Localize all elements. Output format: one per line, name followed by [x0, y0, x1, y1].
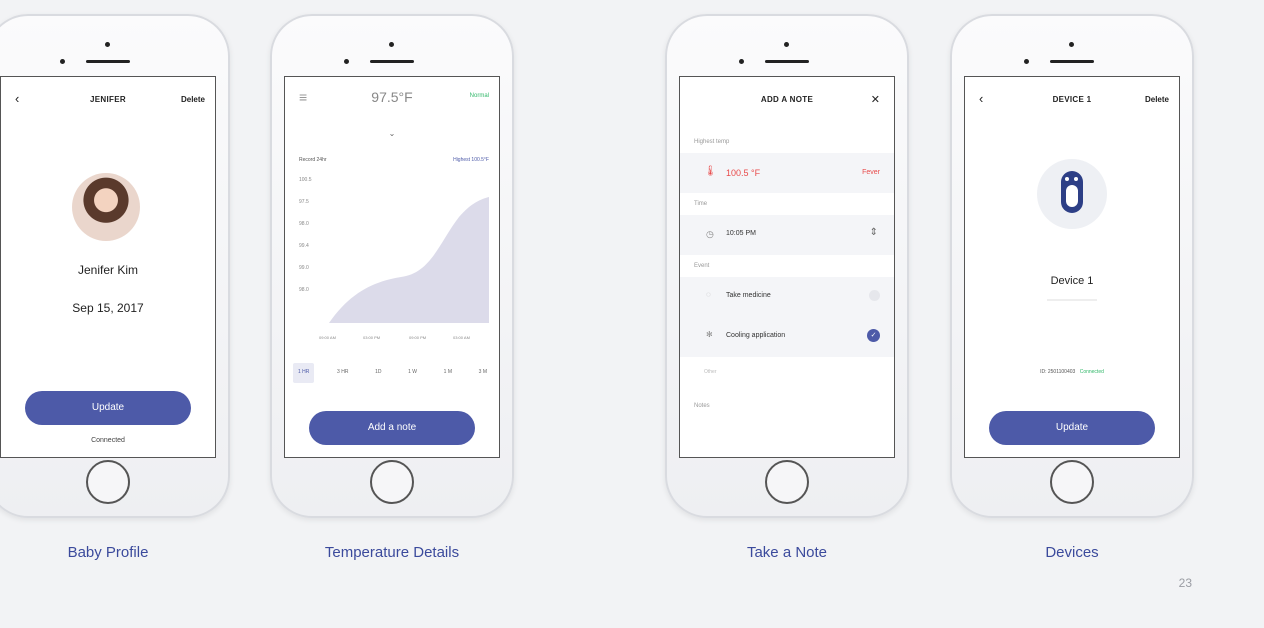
earpiece-dot [784, 42, 789, 47]
y-tick-label: 98.0 [299, 287, 309, 293]
caption-devices: Devices [1045, 544, 1099, 561]
range-tab[interactable]: 1 M [440, 363, 456, 383]
pill-icon: ◌ [706, 290, 711, 299]
time-value: 10:05 PM [726, 230, 756, 237]
status-badge: Normal [469, 93, 489, 99]
checked-circle[interactable]: ✓ [867, 329, 880, 342]
temperature-area-chart [329, 197, 489, 323]
screen-baby-profile: ‹ JENIFER Delete Jenifer Kim Sep 15, 201… [0, 76, 216, 458]
range-tab-selected[interactable]: 1 HR [293, 363, 315, 383]
update-button[interactable]: Update [989, 411, 1155, 445]
time-row[interactable]: ◷ 10:05 PM ⇕ [680, 215, 894, 255]
event-label-cooling: Cooling application [726, 332, 786, 339]
stepper-icon[interactable]: ⇕ [870, 227, 878, 238]
screen-take-a-note: ADD A NOTE ✕ Highest temp 🌡 100.5 °F Fev… [679, 76, 895, 458]
range-tab[interactable]: 3 M [475, 363, 491, 383]
screen-temperature-details: ≡ 97.5°F Normal ⌄ Record 24hr Highest 10… [284, 76, 500, 458]
home-button [1050, 460, 1094, 504]
header: ADD A NOTE ✕ [680, 91, 894, 111]
earpiece-dot [389, 42, 394, 47]
y-tick-label: 100.5 [299, 177, 312, 183]
unchecked-circle[interactable] [869, 290, 880, 301]
chart-legend-right: Highest 100.5°F [453, 157, 489, 163]
device-avatar [1037, 159, 1107, 229]
screen-devices: ‹ DEVICE 1 Delete Device 1 ID: 250110040… [964, 76, 1180, 458]
earpiece-dot [1069, 42, 1074, 47]
front-camera [1024, 59, 1029, 64]
screen-title: ADD A NOTE [760, 95, 814, 104]
range-tab[interactable]: 1D [371, 363, 385, 383]
temperature-area [329, 197, 489, 323]
birth-date: Sep 15, 2017 [72, 301, 144, 315]
x-tick-label: 09:00 AM [319, 335, 336, 340]
other-option[interactable]: Other [704, 369, 717, 375]
header: ‹ DEVICE 1 Delete [965, 91, 1179, 111]
snowflake-icon: ✻ [706, 330, 713, 339]
x-tick-label: 03:00 AM [453, 335, 470, 340]
page-number: 23 [1178, 576, 1192, 590]
phone-temperature-details: ≡ 97.5°F Normal ⌄ Record 24hr Highest 10… [270, 14, 514, 518]
y-tick-label: 99.4 [299, 243, 309, 249]
section-label-temp: Highest temp [694, 139, 730, 145]
device-id: ID: 2501100403 [1040, 369, 1076, 375]
thermometer-icon: 🌡 [704, 166, 717, 177]
avatar [72, 173, 140, 241]
front-camera [60, 59, 65, 64]
phone-baby-profile: ‹ JENIFER Delete Jenifer Kim Sep 15, 201… [0, 14, 230, 518]
device-name: Device 1 [1050, 275, 1094, 287]
y-tick-label: 99.0 [299, 265, 309, 271]
clock-icon: ◷ [706, 229, 714, 239]
speaker [370, 60, 414, 63]
range-tab[interactable]: 3 HR [333, 363, 352, 383]
device-info: ID: 2501100403 Connected [965, 369, 1179, 375]
speaker [765, 60, 809, 63]
connected-link[interactable]: Connected [1, 437, 215, 444]
event-row-cooling[interactable]: ✻ Cooling application ✓ [680, 317, 894, 357]
phone-devices: ‹ DEVICE 1 Delete Device 1 ID: 250110040… [950, 14, 1194, 518]
earpiece-dot [105, 42, 110, 47]
y-tick-label: 98.0 [299, 221, 309, 227]
close-icon[interactable]: ✕ [871, 93, 880, 106]
baby-name: Jenifer Kim [77, 263, 139, 277]
caption-temperature-details: Temperature Details [324, 544, 460, 561]
speaker [1050, 60, 1094, 63]
penguin-icon [1061, 171, 1083, 213]
device-subtitle-line [1047, 299, 1097, 301]
event-label-medicine: Take medicine [726, 292, 771, 299]
caption-take-a-note: Take a Note [746, 544, 828, 561]
section-label-event: Event [694, 263, 710, 269]
event-row-medicine[interactable]: ◌ Take medicine [680, 277, 894, 317]
connection-status: Connected [1079, 369, 1104, 375]
caption-baby-profile: Baby Profile [67, 544, 149, 561]
delete-link[interactable]: Delete [181, 95, 205, 104]
y-axis: 100.5 97.5 98.0 99.4 99.0 98.0 [299, 177, 323, 317]
fever-badge: Fever [862, 169, 880, 176]
delete-link[interactable]: Delete [1145, 95, 1169, 104]
home-button [765, 460, 809, 504]
range-tab[interactable]: 1 W [404, 363, 421, 383]
section-label-notes: Notes [694, 403, 710, 409]
chart-legend-left: Record 24hr [299, 157, 327, 163]
update-button[interactable]: Update [25, 391, 191, 425]
home-button [86, 460, 130, 504]
section-label-time: Time [694, 201, 708, 207]
x-axis: 09:00 AM 03:00 PM 09:00 PM 03:00 AM [319, 335, 493, 343]
temperature-readout: 97.5°F [371, 89, 413, 105]
home-button [370, 460, 414, 504]
add-note-button[interactable]: Add a note [309, 411, 475, 445]
speaker [86, 60, 130, 63]
front-camera [344, 59, 349, 64]
notes-field[interactable] [680, 395, 894, 425]
front-camera [739, 59, 744, 64]
temp-row: 🌡 100.5 °F Fever [680, 153, 894, 193]
y-tick-label: 97.5 [299, 199, 309, 205]
chevron-down-icon[interactable]: ⌄ [285, 129, 499, 138]
header: ‹ JENIFER Delete [1, 91, 215, 111]
temp-value: 100.5 °F [726, 168, 761, 178]
x-tick-label: 09:00 PM [409, 335, 427, 340]
range-tabs: 1 HR 3 HR 1D 1 W 1 M 3 M [293, 363, 491, 383]
x-tick-label: 03:00 PM [363, 335, 381, 340]
phone-take-a-note: ADD A NOTE ✕ Highest temp 🌡 100.5 °F Fev… [665, 14, 909, 518]
